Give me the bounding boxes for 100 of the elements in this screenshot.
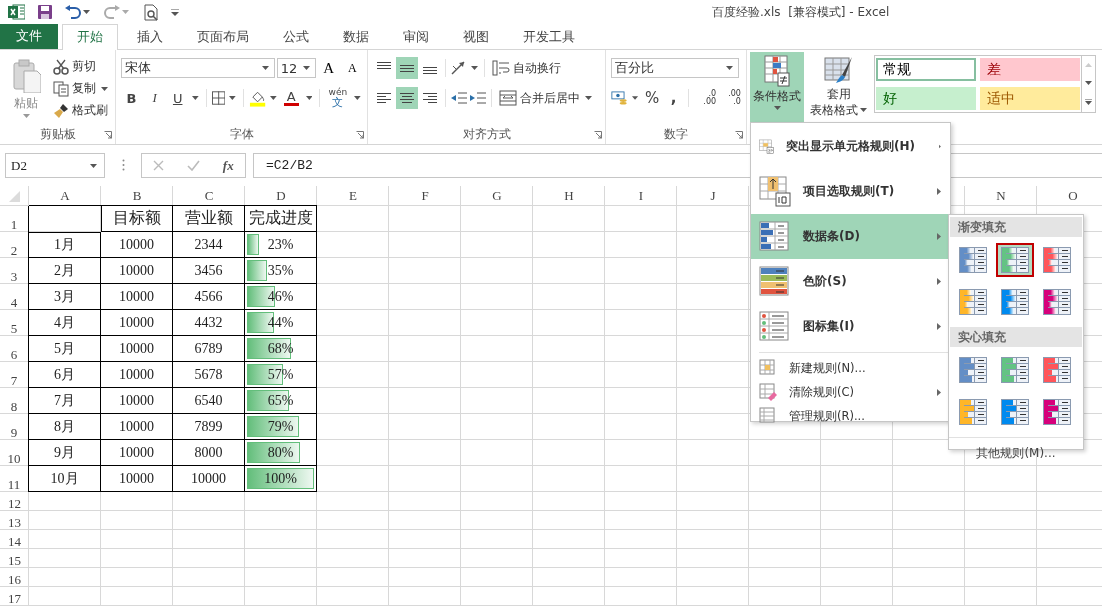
row-header[interactable]: 13 <box>0 511 29 530</box>
decrease-decimal-button[interactable]: .00 .0 <box>719 87 742 109</box>
column-header[interactable]: O <box>1037 186 1102 206</box>
currency-icon[interactable] <box>611 89 629 107</box>
percent-button[interactable]: % <box>642 87 662 109</box>
ribbon-tab[interactable]: 视图 <box>448 24 504 49</box>
column-header[interactable]: G <box>461 186 533 206</box>
ribbon-tab[interactable]: 开始 <box>62 24 118 50</box>
caret-icon[interactable] <box>859 108 867 112</box>
column-header[interactable]: N <box>965 186 1037 206</box>
caret-icon[interactable] <box>192 96 199 100</box>
ribbon-tab[interactable]: 页面布局 <box>182 24 264 49</box>
row-header[interactable]: 9 <box>0 414 29 440</box>
row-header[interactable]: 14 <box>0 530 29 549</box>
row-header[interactable]: 6 <box>0 336 29 362</box>
orientation-icon[interactable] <box>450 60 468 76</box>
column-header[interactable]: D <box>245 186 317 206</box>
column-header[interactable]: A <box>29 186 101 206</box>
ribbon-tab[interactable]: 开发工具 <box>508 24 590 49</box>
column-header[interactable]: F <box>389 186 461 206</box>
row-header[interactable]: 1 <box>0 206 29 232</box>
row-header[interactable]: 2 <box>0 232 29 258</box>
menu-item[interactable]: 图标集(I) <box>751 304 950 349</box>
caret-icon[interactable] <box>270 96 277 100</box>
column-header[interactable]: C <box>173 186 245 206</box>
print-preview-icon[interactable] <box>143 3 159 21</box>
borders-icon[interactable] <box>211 91 226 105</box>
caret-icon[interactable] <box>90 163 97 168</box>
row-header[interactable]: 16 <box>0 568 29 587</box>
ribbon-tab[interactable]: 审阅 <box>388 24 444 49</box>
wrap-text-button[interactable]: 自动换行 <box>489 57 564 79</box>
number-format-field[interactable]: 百分比 <box>611 58 739 78</box>
increase-indent-icon[interactable] <box>469 90 487 106</box>
format-painter-button[interactable]: 格式刷 <box>50 100 113 121</box>
phonetic-button[interactable]: wén 文 <box>325 86 351 110</box>
row-header[interactable]: 15 <box>0 549 29 568</box>
dialog-launcher-icon[interactable] <box>104 131 112 139</box>
caret-icon[interactable] <box>585 96 592 100</box>
cell-style[interactable]: 常规 <box>876 58 976 81</box>
row-header[interactable]: 11 <box>0 466 29 492</box>
row-header[interactable]: 5 <box>0 310 29 336</box>
caret-icon[interactable] <box>726 66 733 70</box>
caret-icon[interactable] <box>261 66 269 70</box>
dialog-launcher-icon[interactable] <box>356 131 364 139</box>
dialog-launcher-icon[interactable] <box>594 131 602 139</box>
ribbon-tab[interactable]: 公式 <box>268 24 324 49</box>
comma-button[interactable]: , <box>663 87 684 109</box>
save-icon[interactable] <box>37 4 53 20</box>
menu-item[interactable]: 色阶(S) <box>751 259 950 304</box>
ribbon-tab[interactable]: 数据 <box>328 24 384 49</box>
customize-caret-icon[interactable] <box>171 8 179 16</box>
caret-icon[interactable] <box>83 10 90 14</box>
fill-color-icon[interactable] <box>248 89 266 107</box>
format-as-table-button[interactable]: 套用 表格格式 <box>808 52 870 120</box>
cell-style[interactable]: 差 <box>980 58 1080 81</box>
font-name-field[interactable]: 宋体 <box>121 58 275 78</box>
more-rules-item[interactable]: 其他规则(M)... <box>949 437 1083 469</box>
conditional-formatting-button[interactable]: 条件格式 <box>750 52 804 123</box>
bold-button[interactable]: B <box>121 87 143 109</box>
vertical-align-button[interactable] <box>396 57 418 79</box>
menu-item[interactable]: 数据条(D) <box>751 214 950 259</box>
merge-center-button[interactable]: 合并后居中 <box>496 87 597 109</box>
row-header[interactable]: 3 <box>0 258 29 284</box>
caret-icon[interactable] <box>101 86 108 91</box>
row-header[interactable]: 12 <box>0 492 29 511</box>
caret-icon[interactable] <box>773 106 781 110</box>
cell-style[interactable]: 适中 <box>980 87 1080 110</box>
font-color-button[interactable]: A <box>280 87 302 109</box>
cell-style[interactable]: 好 <box>876 87 976 110</box>
insert-function-button[interactable]: fx <box>222 157 234 174</box>
column-header[interactable]: B <box>101 186 173 206</box>
more-styles-icon[interactable] <box>1085 99 1092 105</box>
increase-decimal-button[interactable]: .0 .00 <box>694 87 718 109</box>
scroll-down-icon[interactable] <box>1085 81 1092 85</box>
row-header[interactable]: 17 <box>0 587 29 606</box>
caret-icon[interactable] <box>471 66 478 70</box>
row-header[interactable]: 7 <box>0 362 29 388</box>
caret-icon[interactable] <box>632 96 639 100</box>
decrease-indent-icon[interactable] <box>450 90 468 106</box>
column-header[interactable]: H <box>533 186 605 206</box>
caret-icon[interactable] <box>302 66 310 70</box>
grow-font-button[interactable]: A <box>317 57 340 79</box>
caret-icon[interactable] <box>305 96 313 100</box>
underline-button[interactable]: U <box>167 87 189 109</box>
shrink-font-button[interactable]: A <box>341 57 363 79</box>
row-header[interactable]: 10 <box>0 440 29 466</box>
font-size-field[interactable]: 12 <box>276 58 316 78</box>
caret-icon[interactable] <box>229 96 236 100</box>
ribbon-tab[interactable]: 插入 <box>122 24 178 49</box>
column-header[interactable]: E <box>317 186 389 206</box>
horizontal-align-button[interactable] <box>396 87 418 109</box>
dialog-launcher-icon[interactable] <box>735 131 743 139</box>
name-box[interactable]: D2 <box>5 153 105 178</box>
column-header[interactable]: I <box>605 186 677 206</box>
undo-icon[interactable] <box>65 5 81 19</box>
copy-button[interactable]: 复制 <box>50 78 113 99</box>
column-header[interactable]: J <box>677 186 749 206</box>
file-tab[interactable]: 文件 <box>0 24 58 49</box>
caret-icon[interactable] <box>354 96 361 100</box>
italic-button[interactable]: I <box>144 87 166 109</box>
